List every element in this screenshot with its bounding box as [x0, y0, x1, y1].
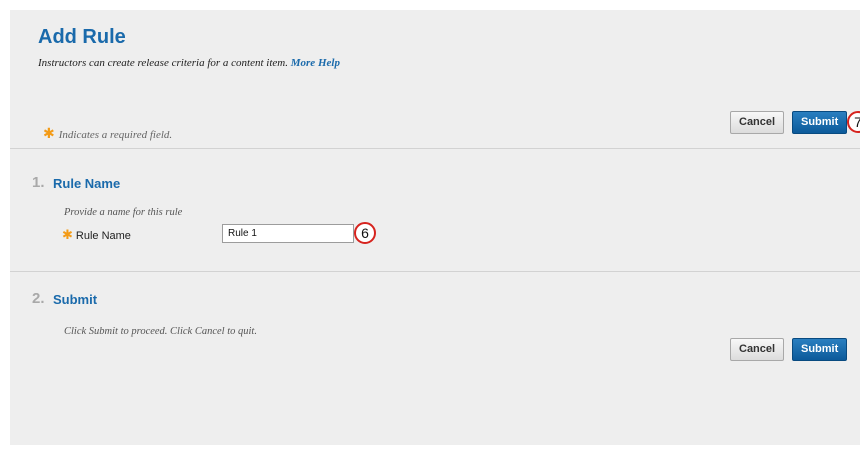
bottom-submit-button[interactable]: Submit [792, 338, 848, 361]
required-asterisk-icon: ✱ [62, 228, 73, 243]
add-rule-page: Add Rule Instructors can create release … [10, 10, 860, 445]
section-2-instruction: Click Submit to proceed. Click Cancel to… [64, 326, 257, 337]
more-help-link[interactable]: More Help [291, 57, 340, 69]
divider [10, 271, 860, 272]
section-2-title: Submit [53, 292, 98, 307]
rule-name-input[interactable] [222, 224, 354, 243]
divider [10, 148, 860, 149]
rule-name-label: ✱ Rule Name [62, 228, 131, 243]
top-submit-button[interactable]: Submit [792, 111, 848, 134]
section-2-number: 2. [32, 290, 45, 307]
top-cancel-button[interactable]: Cancel [730, 111, 785, 134]
section-1-instruction: Provide a name for this rule [64, 207, 183, 218]
section-1-number: 1. [32, 174, 45, 191]
rule-name-label-text: Rule Name [75, 230, 131, 242]
bottom-cancel-button[interactable]: Cancel [730, 338, 785, 361]
step-callout-7: 7 [847, 111, 860, 133]
required-note-text: Indicates a required field. [58, 129, 173, 141]
page-description: Instructors can create release criteria … [38, 57, 340, 69]
required-field-note: ✱ Indicates a required field. [43, 126, 172, 142]
section-1-title: Rule Name [53, 176, 121, 191]
page-title: Add Rule [38, 26, 126, 48]
step-callout-6: 6 [354, 222, 376, 244]
description-text: Instructors can create release criteria … [38, 57, 288, 69]
asterisk-icon: ✱ [43, 126, 55, 142]
